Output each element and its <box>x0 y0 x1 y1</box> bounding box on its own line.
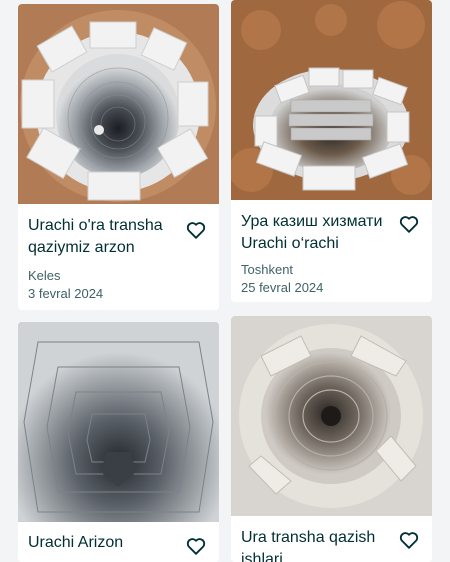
listing-photo-image <box>18 322 219 522</box>
favorite-heart-icon[interactable] <box>398 529 420 551</box>
listing-date: 25 fevral 2024 <box>241 280 324 295</box>
listing-photo[interactable] <box>231 316 432 516</box>
favorite-heart-icon[interactable] <box>185 535 207 557</box>
listing-photo[interactable] <box>18 4 219 204</box>
listing-title[interactable]: Ura transha qazish ishlari <box>241 527 391 562</box>
listing-title[interactable]: Urachi o'ra transha qaziymiz arzon <box>28 215 178 259</box>
listing-card[interactable]: Urachi o'ra transha qaziymiz arzon Keles… <box>18 4 219 310</box>
listing-title[interactable]: Ура казиш хизмати Urachi o‘rachi <box>241 211 391 255</box>
listing-photo-image <box>231 316 432 516</box>
listing-card[interactable]: Urachi Arizon <box>18 322 219 562</box>
listing-photo[interactable] <box>18 322 219 522</box>
listing-title[interactable]: Urachi Arizon <box>28 532 178 554</box>
listing-location: Keles <box>28 268 61 283</box>
listing-photo-image <box>231 0 432 200</box>
listing-location: Toshkent <box>241 262 294 277</box>
listing-card[interactable]: Ура казиш хизмати Urachi o‘rachi Toshken… <box>231 0 432 302</box>
listing-photo-image <box>18 4 219 204</box>
listing-photo[interactable] <box>231 0 432 200</box>
listing-date: 3 fevral 2024 <box>28 286 104 301</box>
favorite-heart-icon[interactable] <box>398 213 420 235</box>
favorite-heart-icon[interactable] <box>185 219 207 241</box>
listing-card[interactable]: Ura transha qazish ishlari <box>231 316 432 562</box>
